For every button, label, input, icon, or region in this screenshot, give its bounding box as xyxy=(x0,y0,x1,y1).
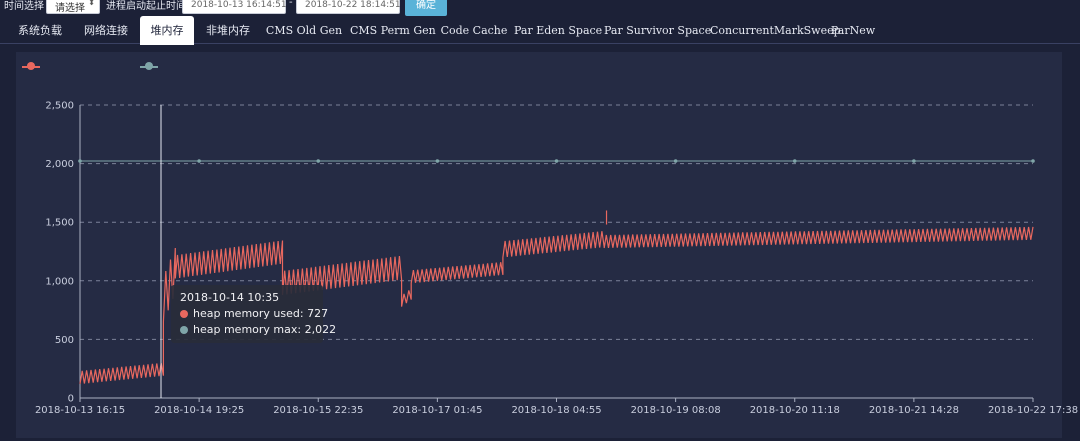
series-max-point xyxy=(792,159,797,163)
x-tick-label: 2018-10-22 17:38 xyxy=(988,405,1078,416)
x-tick-label: 2018-10-19 08:08 xyxy=(631,405,721,416)
y-tick-label: 1,500 xyxy=(45,218,74,229)
tooltip-time: 2018-10-14 10:35 xyxy=(180,291,280,304)
x-tick-label: 2018-10-15 22:35 xyxy=(273,405,363,416)
series-max-point xyxy=(912,159,916,163)
x-tick-label: 2018-10-21 14:28 xyxy=(869,405,959,416)
series-max-point xyxy=(673,159,678,163)
series-max-point xyxy=(554,159,559,163)
heap-memory-chart[interactable]: 0 500 1,000 1,500 2,000 2,500 2018-10-13 16:15… xyxy=(0,0,1080,441)
x-tick-label: 2018-10-20 11:18 xyxy=(750,405,840,416)
y-tick-label: 2,000 xyxy=(45,159,74,170)
x-tick-label: 2018-10-17 01:45 xyxy=(392,405,482,416)
y-tick-label: 0 xyxy=(68,394,74,405)
x-tick-label: 2018-10-18 04:55 xyxy=(511,405,601,416)
series-max-point xyxy=(78,159,82,163)
series-max-point xyxy=(316,159,321,163)
series-max-point xyxy=(435,159,440,163)
y-tick-label: 500 xyxy=(55,335,74,346)
series-max-point xyxy=(1031,159,1035,163)
chart-tooltip: 2018-10-14 10:35 heap memory used: 727 h… xyxy=(171,285,336,343)
tooltip-used-row: heap memory used: 727 xyxy=(180,306,328,322)
tooltip-max-row: heap memory max: 2,022 xyxy=(180,322,336,338)
y-tick-label: 1,000 xyxy=(45,276,74,287)
x-tick-label: 2018-10-13 16:15 xyxy=(35,405,125,416)
max-dot-icon xyxy=(180,326,188,334)
used-dot-icon xyxy=(180,310,188,318)
series-max-point xyxy=(197,159,201,163)
x-tick-label: 2018-10-14 19:25 xyxy=(154,405,244,416)
tooltip-max-text: heap memory max: 2,022 xyxy=(193,323,337,336)
y-tick-label: 2,500 xyxy=(45,101,74,112)
tooltip-used-text: heap memory used: 727 xyxy=(193,307,329,320)
